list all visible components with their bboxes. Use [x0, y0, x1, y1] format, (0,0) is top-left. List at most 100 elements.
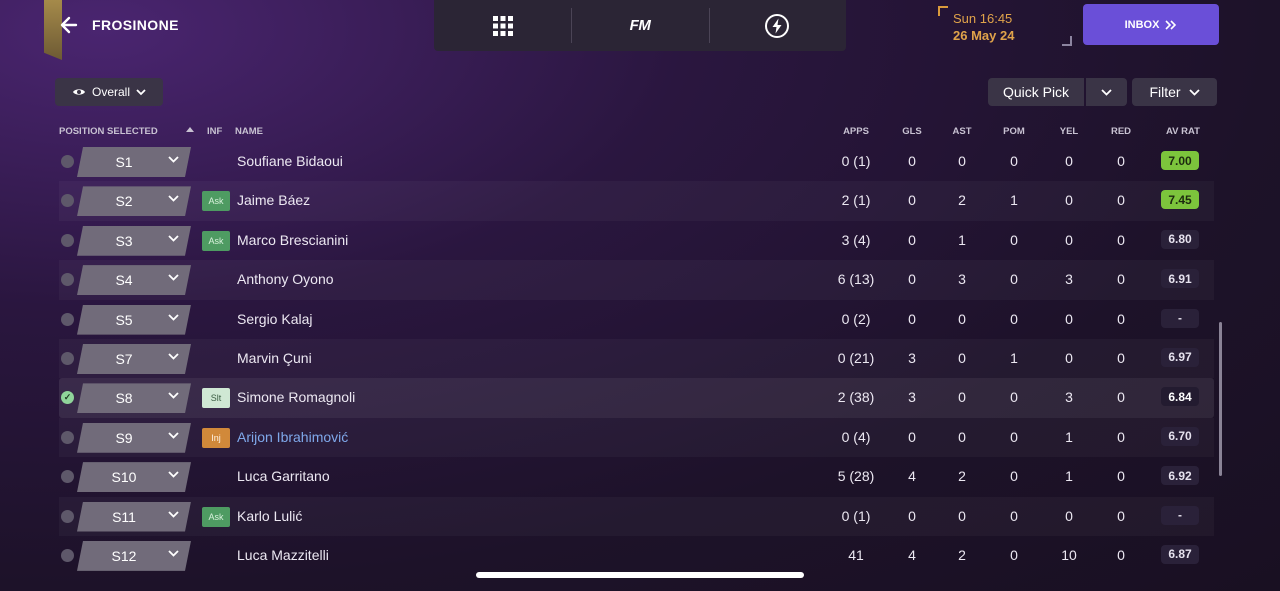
position-dropdown[interactable]: S1 [77, 147, 191, 177]
position-dropdown[interactable]: S12 [77, 541, 191, 571]
position-dropdown[interactable]: S5 [77, 305, 191, 335]
stat-pom: 0 [1010, 428, 1018, 445]
player-name[interactable]: Soufiane Bidaoui [237, 153, 343, 169]
player-name[interactable]: Marvin Çuni [237, 350, 312, 366]
position-dropdown[interactable]: S11 [77, 502, 191, 532]
info-badge[interactable]: Ask [202, 191, 230, 212]
player-name[interactable]: Simone Romagnoli [237, 389, 355, 405]
quick-pick-dropdown[interactable] [1086, 78, 1127, 106]
info-badge[interactable]: Inj [202, 427, 230, 448]
select-checkbox[interactable] [61, 430, 74, 444]
chevron-down-icon [168, 314, 179, 321]
view-selector[interactable]: Overall [55, 78, 163, 106]
player-name[interactable]: Marco Brescianini [237, 232, 348, 248]
back-arrow-icon[interactable] [58, 14, 80, 36]
position-dropdown[interactable]: S10 [77, 462, 191, 492]
select-checkbox[interactable] [61, 312, 74, 326]
table-row[interactable]: S9 Inj Arijon Ibrahimović 0 (4) 0 0 0 1 0 6.70 [59, 418, 1214, 457]
stat-yel: 0 [1065, 349, 1073, 366]
column-header-name[interactable]: NAME [235, 126, 263, 137]
stat-yel: 3 [1065, 271, 1073, 288]
column-header-red[interactable]: RED [1111, 126, 1131, 137]
select-checkbox[interactable]: ✓ [61, 391, 74, 405]
stat-pom: 0 [1010, 271, 1018, 288]
chevron-down-icon [168, 471, 179, 478]
column-header-inf[interactable]: INF [207, 126, 222, 137]
table-row[interactable]: ✓ S8 Slt Simone Romagnoli 2 (38) 3 0 0 3 0 6.84 [59, 378, 1214, 418]
select-checkbox[interactable] [61, 155, 74, 168]
stat-pom: 0 [1010, 231, 1018, 248]
fm-home-button[interactable]: FM [571, 0, 708, 51]
column-header-pom[interactable]: POM [1003, 126, 1025, 137]
table-row[interactable]: S7 Marvin Çuni 0 (21) 3 0 1 0 0 6.97 [59, 339, 1214, 378]
filter-button[interactable]: Filter [1132, 78, 1217, 106]
inbox-button[interactable]: INBOX [1083, 4, 1219, 45]
position-label: S3 [115, 232, 133, 249]
player-name[interactable]: Luca Mazzitelli [237, 547, 329, 563]
table-row[interactable]: S4 Anthony Oyono 6 (13) 0 3 0 3 0 6.91 [59, 260, 1214, 299]
select-checkbox[interactable] [61, 233, 74, 247]
player-name[interactable]: Luca Garritano [237, 468, 330, 484]
stat-red: 0 [1117, 349, 1125, 366]
player-name[interactable]: Anthony Oyono [237, 271, 334, 287]
position-dropdown[interactable]: S4 [77, 265, 191, 295]
player-name[interactable]: Arijon Ibrahimović [237, 429, 348, 445]
stat-gls: 0 [908, 271, 916, 288]
quick-actions-button[interactable] [708, 0, 846, 51]
select-checkbox[interactable] [61, 273, 74, 287]
stat-gls: 0 [908, 231, 916, 248]
player-name[interactable]: Jaime Báez [237, 192, 310, 208]
table-row[interactable]: S2 Ask Jaime Báez 2 (1) 0 2 1 0 0 7.45 [59, 181, 1214, 220]
stat-apps: 2 (1) [841, 192, 871, 209]
info-badge[interactable]: Ask [202, 230, 230, 251]
stat-red: 0 [1117, 271, 1125, 288]
stat-gls: 0 [908, 428, 916, 445]
position-label: S4 [115, 272, 133, 289]
position-dropdown[interactable]: S8 [77, 383, 191, 413]
select-checkbox[interactable] [61, 194, 74, 208]
column-header-gls[interactable]: GLS [902, 126, 922, 137]
column-header-avrat[interactable]: AV RAT [1166, 126, 1200, 137]
stat-yel: 0 [1065, 507, 1073, 524]
quick-pick-button[interactable]: Quick Pick [988, 78, 1084, 106]
stat-pom: 1 [1010, 192, 1018, 209]
inbox-label: INBOX [1124, 18, 1160, 31]
table-scrollbar[interactable] [1219, 322, 1222, 476]
table-row[interactable]: S5 Sergio Kalaj 0 (2) 0 0 0 0 0 - [59, 300, 1214, 339]
stat-ast: 1 [958, 231, 966, 248]
column-header-apps[interactable]: APPS [843, 126, 869, 137]
column-header-position[interactable]: POSITION SELECTED [59, 126, 158, 137]
column-header-yel[interactable]: YEL [1060, 126, 1078, 137]
select-checkbox[interactable] [61, 351, 74, 365]
chevron-down-icon [168, 353, 179, 360]
stat-yel: 10 [1061, 546, 1077, 563]
position-dropdown[interactable]: S2 [77, 186, 191, 216]
position-dropdown[interactable]: S9 [77, 423, 191, 453]
table-row[interactable]: S11 Ask Karlo Lulić 0 (1) 0 0 0 0 0 - [59, 497, 1214, 536]
average-rating-badge: 6.91 [1161, 269, 1199, 289]
table-row[interactable]: S1 Soufiane Bidaoui 0 (1) 0 0 0 0 0 7.00 [59, 142, 1214, 181]
select-checkbox[interactable] [61, 470, 74, 484]
info-badge[interactable]: Slt [202, 388, 230, 409]
select-checkbox[interactable] [61, 548, 74, 562]
table-row[interactable]: S10 Luca Garritano 5 (28) 4 2 0 1 0 6.92 [59, 457, 1214, 496]
player-name[interactable]: Sergio Kalaj [237, 311, 313, 327]
menu-grid-button[interactable] [434, 0, 571, 51]
club-name: FROSINONE [92, 17, 179, 33]
home-indicator[interactable] [476, 572, 804, 578]
position-dropdown[interactable]: S7 [77, 344, 191, 374]
select-checkbox[interactable] [61, 509, 74, 523]
stat-yel: 0 [1065, 310, 1073, 327]
info-badge[interactable]: Ask [202, 506, 230, 527]
position-dropdown[interactable]: S3 [77, 226, 191, 256]
stat-yel: 0 [1065, 153, 1073, 169]
player-name[interactable]: Karlo Lulić [237, 508, 302, 524]
table-row[interactable]: S12 Luca Mazzitelli 41 4 2 0 10 0 6.87 [59, 536, 1214, 575]
sort-ascending-icon [186, 127, 194, 132]
column-header-ast[interactable]: AST [953, 126, 972, 137]
stat-pom: 0 [1010, 507, 1018, 524]
quick-pick-label: Quick Pick [1002, 84, 1070, 100]
table-row[interactable]: S3 Ask Marco Brescianini 3 (4) 0 1 0 0 0 6.80 [59, 221, 1214, 260]
position-label: S1 [115, 154, 133, 170]
game-time: Sun 16:45 [953, 11, 1013, 26]
